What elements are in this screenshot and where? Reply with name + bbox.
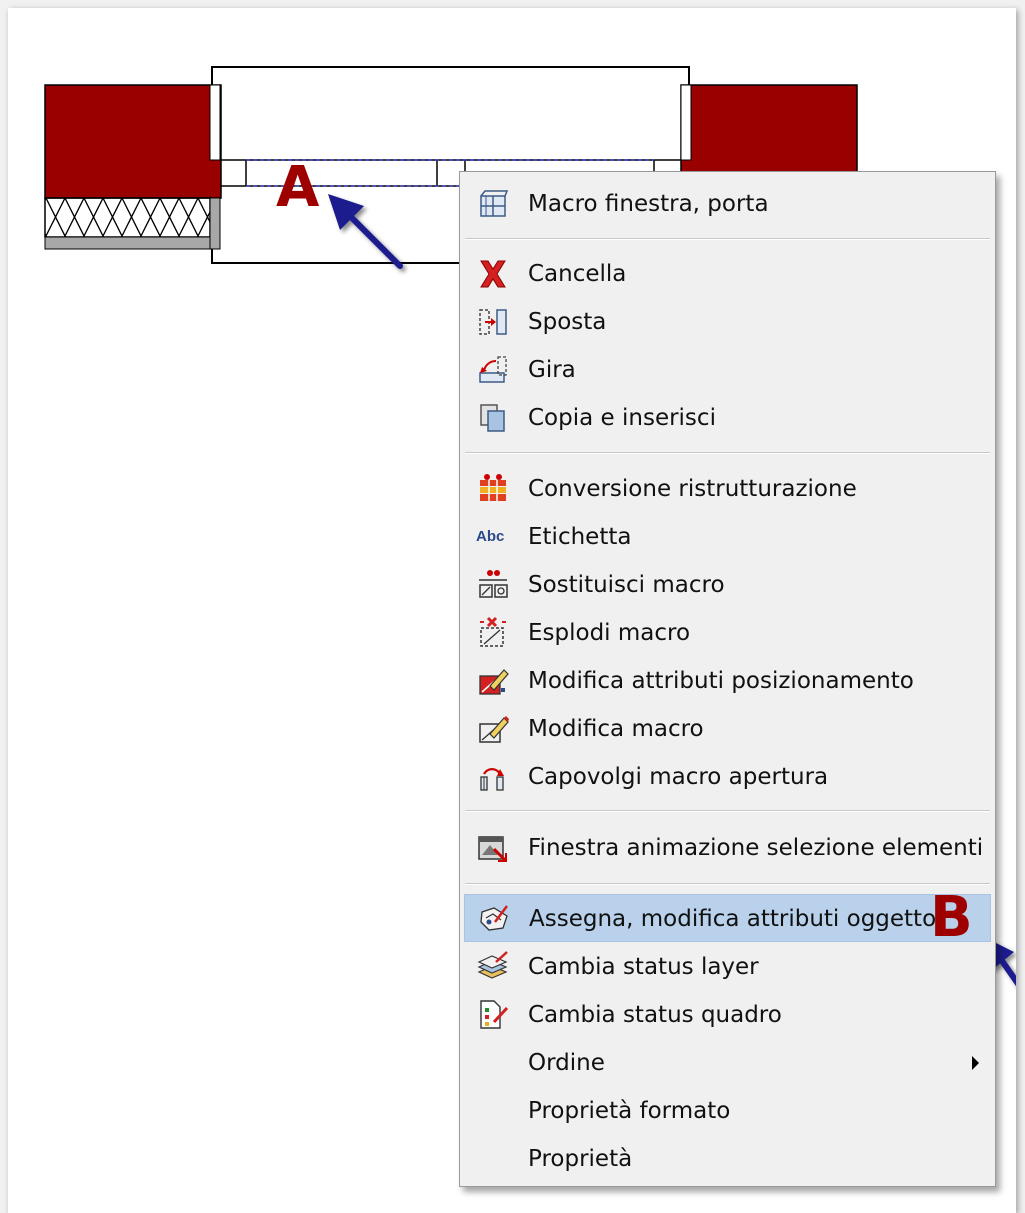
screenshot: A Macro finestra, porta Cancella Sposta … [0, 0, 1025, 1213]
arrow-a [347, 213, 403, 269]
menu-label: Capovolgi macro apertura [528, 764, 829, 790]
menu-item-label[interactable]: Abc Etichetta [464, 513, 991, 561]
modify-placement-icon [479, 669, 509, 695]
layer-status-icon [477, 951, 508, 979]
menu-item-move[interactable]: Sposta [464, 298, 991, 346]
menu-item-replace-macro[interactable]: Sostituisci macro [464, 561, 991, 609]
menu-label: Macro finestra, porta [528, 191, 769, 217]
modify-macro-icon [479, 716, 509, 743]
menu-label: Assegna, modifica attributi oggetto [529, 906, 937, 932]
menu-separator [465, 810, 990, 812]
menu-separator [465, 238, 990, 240]
menu-label: Proprietà [528, 1146, 633, 1172]
menu-item-rotate[interactable]: Gira [464, 346, 991, 394]
copy-paste-icon [480, 404, 505, 432]
menu-item-modify-macro[interactable]: Modifica macro [464, 705, 991, 753]
menu-label: Esplodi macro [528, 620, 691, 646]
menu-label: Cambia status quadro [528, 1002, 782, 1028]
menu-item-animation-window[interactable]: Finestra animazione selezione elementi [464, 824, 991, 872]
menu-label: Cambia status layer [528, 954, 759, 980]
menu-label: Modifica macro [528, 716, 704, 742]
menu-item-format-properties[interactable]: Proprietà formato [464, 1087, 991, 1135]
menu-label: Sposta [528, 309, 607, 335]
menu-label: Ordine [528, 1050, 605, 1076]
flip-opening-icon [480, 768, 504, 791]
menu-item-copy-paste[interactable]: Copia e inserisci [464, 394, 991, 442]
menu-item-renovation-conversion[interactable]: Conversione ristrutturazione [464, 465, 991, 513]
menu-separator [465, 883, 990, 885]
menu-item-drawing-status[interactable]: Cambia status quadro [464, 991, 991, 1039]
menu-label: Conversione ristrutturazione [528, 476, 857, 502]
drawing-status-icon [480, 1000, 509, 1029]
menu-label: Copia e inserisci [528, 405, 716, 431]
object-attributes-icon [480, 905, 508, 931]
context-menu[interactable]: Macro finestra, porta Cancella Sposta Gi… [459, 171, 996, 1187]
menu-label: Proprietà formato [528, 1098, 731, 1124]
menu-item-assign-object-attributes[interactable]: Assegna, modifica attributi oggetto [464, 894, 991, 942]
rotate-icon [479, 356, 507, 383]
menu-item-flip-opening[interactable]: Capovolgi macro apertura [464, 753, 991, 801]
menu-item-explode-macro[interactable]: Esplodi macro [464, 609, 991, 657]
menu-label: Gira [528, 357, 576, 383]
menu-item-layer-status[interactable]: Cambia status layer [464, 943, 991, 991]
submenu-arrow-icon [972, 1056, 979, 1070]
menu-item-modify-placement[interactable]: Modifica attributi posizionamento [464, 657, 991, 705]
menu-label: Sostituisci macro [528, 572, 725, 598]
annotation-label-b: B [930, 885, 973, 950]
move-icon [479, 309, 507, 335]
menu-label: Finestra animazione selezione elementi [528, 835, 984, 861]
menu-item-macro-window-door[interactable]: Macro finestra, porta [464, 180, 991, 228]
menu-label: Modifica attributi posizionamento [528, 668, 914, 694]
annotation-label-a: A [276, 155, 320, 220]
menu-separator [465, 452, 990, 454]
arrow-b [997, 955, 1016, 987]
menu-label: Etichetta [528, 524, 632, 550]
menu-label: Cancella [528, 261, 627, 287]
animation-window-icon [478, 836, 508, 863]
delete-icon [480, 260, 506, 288]
menu-item-order[interactable]: Ordine [464, 1039, 991, 1087]
window-macro-icon [480, 190, 509, 217]
explode-macro-icon [480, 616, 506, 647]
renovation-conversion-icon [480, 474, 506, 501]
menu-item-delete[interactable]: Cancella [464, 250, 991, 298]
label-abc-icon: Abc [476, 528, 505, 545]
menu-item-properties[interactable]: Proprietà [464, 1135, 991, 1183]
replace-macro-icon [479, 570, 508, 598]
